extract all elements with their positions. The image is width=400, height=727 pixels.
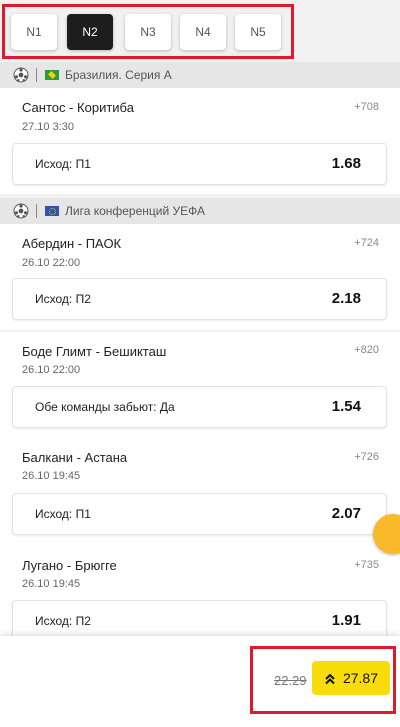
divider bbox=[36, 204, 37, 218]
variant-tabs-bar: N1 N2 N3 N4 N5 bbox=[0, 0, 400, 62]
tab-n2[interactable]: N2 bbox=[67, 14, 113, 50]
match-teams: Абердин - ПАОК bbox=[22, 236, 122, 251]
outcome-label: Исход: П2 bbox=[35, 292, 91, 306]
league-name: Лига конференций УЕФА bbox=[65, 204, 206, 218]
football-icon bbox=[13, 203, 29, 219]
outcome-row[interactable]: Исход: П1 2.07 bbox=[12, 493, 387, 535]
match-teams: Балкани - Астана bbox=[22, 450, 128, 465]
total-odds-value: 27.87 bbox=[342, 670, 379, 686]
outcome-odds: 2.07 bbox=[331, 505, 361, 522]
more-markets-count[interactable]: +724 bbox=[354, 237, 379, 249]
more-markets-count[interactable]: +726 bbox=[354, 451, 379, 463]
brazil-flag-icon bbox=[45, 70, 59, 80]
outcome-odds: 2.18 bbox=[331, 290, 361, 307]
match-card[interactable]: Боде Глимт - Бешикташ 26.10 22:00 +820 О… bbox=[0, 332, 400, 440]
total-odds-button[interactable]: 27.87 bbox=[312, 661, 390, 695]
outcome-label: Обе команды забьют: Да bbox=[35, 400, 175, 414]
outcome-row[interactable]: Исход: П1 1.68 bbox=[12, 143, 387, 185]
tab-n3[interactable]: N3 bbox=[125, 14, 171, 50]
tab-n4[interactable]: N4 bbox=[180, 14, 226, 50]
bet-slip-bar: 22.29 27.87 bbox=[0, 636, 400, 727]
tab-n5[interactable]: N5 bbox=[235, 14, 281, 50]
outcome-label: Исход: П1 bbox=[35, 507, 91, 521]
match-teams: Сантос - Коритиба bbox=[22, 100, 134, 115]
outcome-label: Исход: П2 bbox=[35, 614, 91, 628]
match-card[interactable]: Балкани - Астана 26.10 19:45 +726 Исход:… bbox=[0, 440, 400, 548]
outcome-row[interactable]: Исход: П2 2.18 bbox=[12, 278, 387, 320]
old-total-odds: 22.29 bbox=[274, 673, 307, 688]
match-date: 27.10 3:30 bbox=[22, 121, 74, 133]
league-header-uefa: Лига конференций УЕФА bbox=[0, 198, 400, 224]
match-date: 26.10 19:45 bbox=[22, 578, 81, 590]
divider bbox=[36, 68, 37, 82]
eu-flag-icon bbox=[45, 206, 59, 216]
outcome-odds: 1.54 bbox=[331, 398, 361, 415]
more-markets-count[interactable]: +820 bbox=[354, 344, 379, 356]
tab-n1[interactable]: N1 bbox=[11, 14, 57, 50]
match-card[interactable]: Лугано - Брюгге 26.10 19:45 +735 Исход: … bbox=[0, 548, 400, 642]
match-teams: Боде Глимт - Бешикташ bbox=[22, 344, 167, 359]
more-markets-count[interactable]: +708 bbox=[354, 101, 379, 113]
outcome-odds: 1.91 bbox=[331, 612, 361, 629]
outcome-odds: 1.68 bbox=[331, 155, 361, 172]
outcome-row[interactable]: Обе команды забьют: Да 1.54 bbox=[12, 386, 387, 428]
match-date: 26.10 19:45 bbox=[22, 470, 81, 482]
match-date: 26.10 22:00 bbox=[22, 364, 81, 376]
double-chevron-up-icon bbox=[324, 672, 336, 685]
league-name: Бразилия. Серия А bbox=[65, 68, 172, 82]
match-card[interactable]: Абердин - ПАОК 26.10 22:00 +724 Исход: П… bbox=[0, 224, 400, 330]
more-markets-count[interactable]: +735 bbox=[354, 559, 379, 571]
outcome-label: Исход: П1 bbox=[35, 157, 91, 171]
football-icon bbox=[13, 67, 29, 83]
league-header-brazil: Бразилия. Серия А bbox=[0, 62, 400, 88]
match-teams: Лугано - Брюгге bbox=[22, 558, 117, 573]
match-card[interactable]: Сантос - Коритиба 27.10 3:30 +708 Исход:… bbox=[0, 88, 400, 194]
match-date: 26.10 22:00 bbox=[22, 257, 81, 269]
